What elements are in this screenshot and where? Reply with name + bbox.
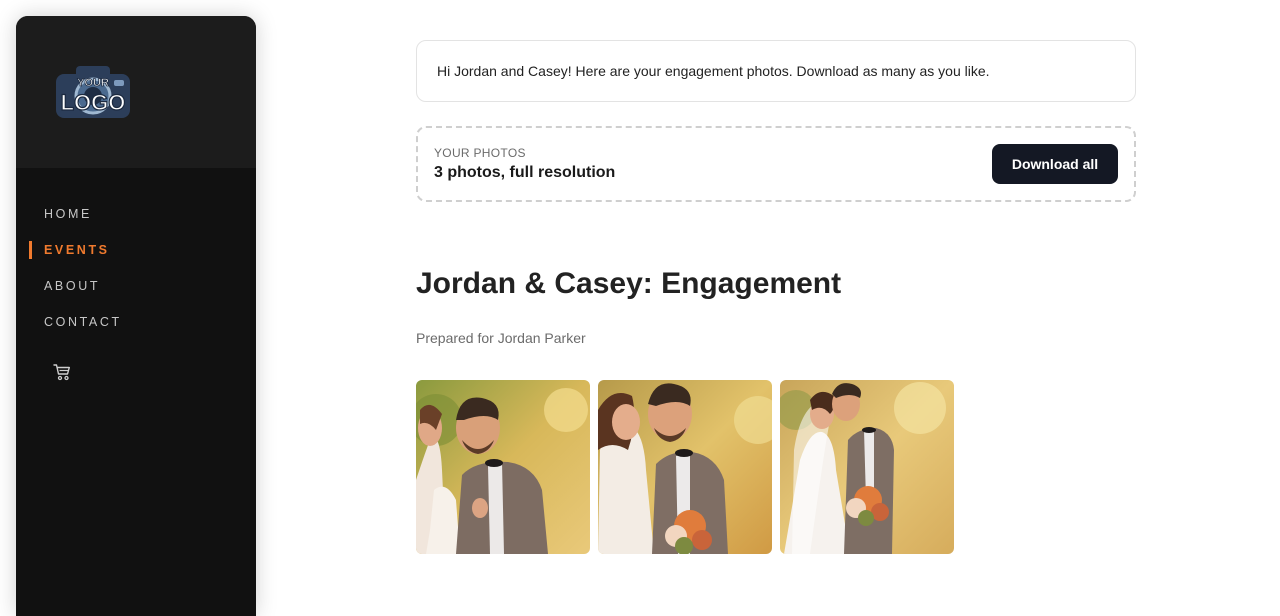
photo-gallery bbox=[416, 380, 1136, 554]
photo-3[interactable] bbox=[780, 380, 954, 554]
svg-text:YOUR: YOUR bbox=[77, 77, 109, 89]
shopping-cart-icon[interactable] bbox=[52, 362, 72, 382]
photo-2[interactable] bbox=[598, 380, 772, 554]
logo-area: YOUR LOGO bbox=[16, 16, 256, 168]
photos-summary: 3 photos, full resolution bbox=[434, 164, 616, 181]
photos-info: YOUR PHOTOS 3 photos, full resolution bbox=[434, 146, 615, 182]
main-nav: HOME EVENTS ABOUT CONTACT bbox=[16, 168, 256, 348]
greeting-message: Hi Jordan and Casey! Here are your engag… bbox=[416, 40, 1136, 102]
photo-1[interactable] bbox=[416, 380, 590, 554]
event-title: Jordan & Casey: Engagement bbox=[416, 267, 842, 300]
prepared-for: Prepared for Jordan Parker bbox=[416, 330, 586, 346]
nav-item-events[interactable]: EVENTS bbox=[16, 240, 256, 276]
photos-label: YOUR PHOTOS bbox=[434, 146, 526, 160]
nav-item-home[interactable]: HOME bbox=[16, 204, 256, 240]
logo[interactable]: YOUR LOGO bbox=[48, 60, 138, 124]
greeting-text: Hi Jordan and Casey! Here are your engag… bbox=[437, 63, 990, 79]
svg-text:LOGO: LOGO bbox=[61, 90, 126, 115]
nav-item-about[interactable]: ABOUT bbox=[16, 276, 256, 312]
download-all-button[interactable]: Download all bbox=[992, 144, 1118, 184]
nav-item-contact[interactable]: CONTACT bbox=[16, 312, 256, 348]
photos-summary-box: YOUR PHOTOS 3 photos, full resolution Do… bbox=[416, 126, 1136, 202]
main-content: Hi Jordan and Casey! Here are your engag… bbox=[416, 40, 1136, 554]
sidebar: YOUR LOGO HOME EVENTS ABOUT CONTACT bbox=[16, 16, 256, 616]
